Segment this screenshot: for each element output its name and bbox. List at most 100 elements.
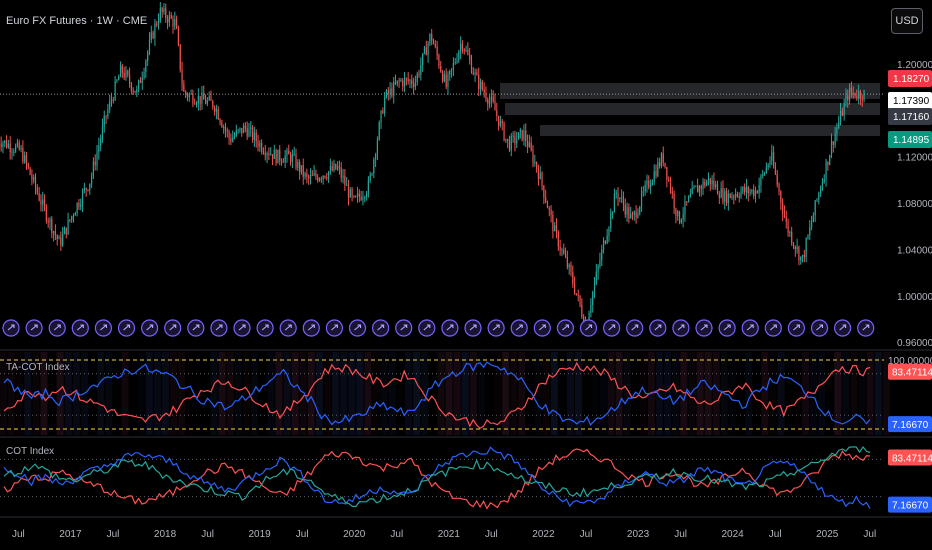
candle-body	[621, 197, 623, 199]
event-icon	[348, 319, 367, 337]
candle-body	[226, 130, 228, 132]
candle-body	[635, 211, 637, 218]
candle-body	[488, 100, 491, 104]
candle-body	[606, 235, 608, 244]
time-axis-tick-label: 2023	[627, 529, 650, 540]
candle-body	[796, 246, 798, 250]
candle-body	[329, 166, 331, 172]
candle-body	[550, 209, 552, 215]
background-band	[445, 352, 453, 435]
candle-body	[60, 237, 62, 246]
candle-body	[159, 7, 161, 21]
candle-body	[253, 132, 256, 140]
background-band	[194, 352, 201, 435]
background-band	[413, 352, 421, 435]
time-axis-tick-label: 2017	[59, 529, 82, 540]
ta-cot-pane-title: TA-COT Index	[6, 362, 70, 373]
background-band	[283, 352, 291, 435]
currency-button[interactable]: USD	[891, 8, 923, 34]
candle-body	[754, 191, 757, 197]
candle-body	[838, 122, 840, 128]
candle-body	[631, 214, 634, 216]
background-band	[356, 352, 364, 435]
candle-body	[760, 175, 762, 185]
candle-body	[223, 126, 225, 128]
candle-body	[467, 49, 469, 55]
background-band	[137, 352, 145, 435]
candle-body	[275, 150, 277, 164]
candle-body	[337, 166, 339, 170]
candle-body	[190, 93, 192, 95]
price-zone	[505, 103, 880, 115]
candle-body	[204, 99, 207, 104]
candle-body	[823, 179, 825, 182]
candle-body	[387, 90, 389, 95]
candle-body	[485, 92, 487, 100]
series-line-teal	[3, 445, 871, 508]
event-icon	[556, 319, 575, 337]
candle-body	[186, 94, 189, 98]
background-band	[850, 352, 858, 435]
candle-body	[564, 253, 567, 258]
candle-body	[423, 47, 426, 54]
candle-body	[398, 80, 400, 82]
candle-body	[302, 165, 304, 177]
candle-body	[67, 219, 69, 235]
candle-body	[698, 186, 701, 193]
candle-body	[16, 142, 19, 146]
candle-body	[358, 193, 360, 197]
candle-body	[507, 138, 509, 141]
background-band	[777, 352, 785, 435]
time-axis-tick-label: 2018	[154, 529, 177, 540]
candle-body	[727, 193, 729, 204]
event-icon	[48, 319, 66, 337]
background-band	[453, 352, 461, 435]
candle-body	[729, 193, 731, 198]
event-icon	[787, 319, 806, 337]
candle-body	[199, 96, 201, 104]
candle-body	[90, 175, 93, 184]
candle-body	[659, 162, 661, 167]
candle-body	[460, 43, 462, 52]
candle-body	[81, 191, 84, 205]
time-axis-tick-label: Jul	[485, 529, 498, 540]
candle-body	[42, 199, 44, 205]
candle-body	[378, 122, 380, 140]
candle-body	[403, 78, 406, 87]
candle-body	[2, 143, 4, 147]
candle-body	[289, 154, 292, 162]
candle-body	[715, 184, 717, 187]
candle-body	[749, 191, 751, 194]
event-icon	[187, 319, 205, 337]
candle-body	[803, 255, 805, 258]
background-band	[858, 352, 866, 435]
price-tag-white: 1.17390	[888, 92, 932, 109]
candle-body	[704, 181, 706, 186]
candle-body	[418, 73, 420, 75]
candle-body	[233, 135, 236, 138]
candle-body	[648, 180, 650, 188]
background-band	[291, 352, 299, 435]
candle-body	[702, 181, 704, 190]
candle-body	[521, 129, 523, 141]
candle-body	[315, 173, 317, 177]
candle-body	[235, 130, 237, 136]
candle-body	[836, 127, 838, 134]
candle-body	[516, 139, 518, 144]
time-axis-tick-label: 2020	[343, 529, 366, 540]
candle-body	[176, 19, 178, 29]
price-zone	[500, 83, 880, 99]
candle-body	[94, 161, 96, 166]
candle-body	[850, 87, 852, 93]
chart-canvas[interactable]: 1.200001.160001.120001.080001.040001.000…	[0, 0, 932, 550]
candle-body	[257, 141, 259, 147]
candle-body	[27, 163, 29, 168]
candle-body	[476, 72, 478, 76]
candle-body	[76, 202, 78, 214]
candle-body	[615, 192, 617, 194]
background-band	[397, 352, 404, 435]
candle-body	[49, 219, 51, 223]
event-icon	[372, 319, 390, 337]
candle-body	[617, 192, 619, 199]
candle-body	[123, 72, 125, 78]
